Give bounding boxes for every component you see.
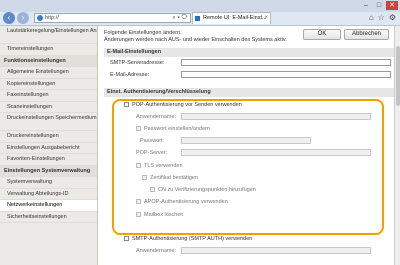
confirm-cert-checkbox[interactable] [142,175,147,180]
maximize-icon[interactable]: □ [373,1,385,10]
smtp-auth-checkbox[interactable] [124,236,129,241]
sidebar-item[interactable]: Faxeinstellungen [0,90,97,102]
sidebar-item[interactable]: Favoriten-Einstellungen [0,154,97,166]
email-settings-header: E-Mail-Einstellungen [104,48,394,57]
smtp-server-input[interactable] [181,59,391,66]
username-input[interactable] [181,113,371,120]
info-line-2: Änderungen werden nach AUS- und wieder E… [104,37,287,43]
browser-chrome: – □ ✕ ‹ › http:// ⌕ ▾ ⟳ Remote UI: E-Mai… [0,0,400,26]
tab-close-icon[interactable]: × [264,13,268,24]
set-password-label: Passwort einstellen/ändern [144,126,211,132]
password-label: Passwort: [140,138,165,144]
pop-server-label: POP-Server: [136,150,168,156]
favorites-star-icon[interactable]: ☆ [378,13,385,22]
add-cn-checkbox[interactable] [150,187,155,192]
use-apop-option[interactable]: APOP-Authentisierung verwenden [136,199,228,205]
close-icon[interactable]: ✕ [386,1,398,10]
address-bar[interactable]: http:// ⌕ ▾ ⟳ [34,13,191,23]
add-cn-option[interactable]: CN zu Verifizierungspunkten hinzufügen [150,187,256,193]
set-password-option[interactable]: Passwort einstellen/ändern [136,126,210,132]
sidebar: Lautstärkeregelung/Einstellungen Anzeige… [0,26,98,265]
pop-server-input[interactable] [181,149,371,156]
info-line-1: Folgende Einstellungen ändern. [104,30,182,36]
sidebar-section-header: Funktionseinstellungen [0,55,97,67]
window-controls: – □ ✕ [360,1,398,10]
delete-mailbox-label: Mailbox löschen [144,212,184,218]
sidebar-item[interactable]: Systemverwaltung [0,177,97,189]
ok-button[interactable]: OK [303,29,341,40]
username-label-2: Anwendername: [136,248,177,254]
set-password-checkbox[interactable] [136,126,141,131]
username-input-2[interactable] [181,247,371,254]
pop-before-send-checkbox[interactable] [124,102,129,107]
sidebar-item[interactable]: Kopiereinstellungen [0,79,97,90]
sidebar-item[interactable]: Timereinstellungen [0,44,97,56]
minimize-icon[interactable]: – [360,1,372,10]
main-content: Folgende Einstellungen ändern. Änderunge… [98,26,400,265]
sidebar-item[interactable]: Einstellungen Ausgabebericht [0,143,97,154]
smtp-auth-label: SMTP-Authentisierung (SMTP AUTH) verwend… [132,236,253,242]
sidebar-item[interactable]: Allgemeine Einstellungen [0,67,97,79]
browser-tab[interactable]: Remote UI: E-Mail-Einst... × [192,12,271,24]
delete-mailbox-checkbox[interactable] [136,212,141,217]
sidebar-item[interactable]: Scaneinstellungen [0,102,97,113]
auth-encryption-header: Einst. Authentisierung/Verschlüsselung [104,88,394,97]
use-apop-label: APOP-Authentisierung verwenden [144,199,228,205]
address-tools-icon[interactable]: ⌕ ▾ ⟳ [172,14,188,23]
sidebar-item[interactable]: Verwaltung Abteilungs-ID [0,189,97,200]
scrollbar-thumb[interactable] [396,46,400,106]
pop-before-send-label: POP-Authentisierung vor Senden verwenden [132,102,242,108]
delete-mailbox-option[interactable]: Mailbox löschen [136,212,183,218]
username-label: Anwendername: [136,114,177,120]
scrollbar[interactable] [394,26,400,265]
tab-favicon-icon [195,16,200,21]
use-tls-option[interactable]: TLS verwenden [136,163,183,169]
info-text: Folgende Einstellungen ändern. Änderunge… [104,30,304,44]
address-text: http:// [45,15,59,21]
smtp-auth-option[interactable]: SMTP-Authentisierung (SMTP AUTH) verwend… [124,236,252,242]
email-address-input[interactable] [181,71,391,78]
sidebar-item[interactable]: Lautstärkeregelung/Einstellungen Anzeige [0,26,97,44]
smtp-server-label: SMTP-Serveradresse: [110,60,165,66]
home-icon[interactable]: ⌂ [369,13,374,22]
use-tls-label: TLS verwenden [144,163,183,169]
browser-logo-icon [37,15,43,21]
cancel-button[interactable]: Abbrechen [344,29,389,40]
password-input[interactable] [181,137,311,144]
forward-arrow-icon[interactable]: › [17,12,29,24]
add-cn-label: CN zu Verifizierungspunkten hinzufügen [158,187,256,193]
sidebar-item[interactable]: Druckereinstellungen [0,131,97,143]
email-address-label: E-Mail-Adresse: [110,72,150,78]
use-tls-checkbox[interactable] [136,163,141,168]
sidebar-item[interactable]: Sicherheitseinstellungen [0,212,97,223]
pop-before-send-option[interactable]: POP-Authentisierung vor Senden verwenden [124,102,242,108]
confirm-cert-label: Zertifikat bestätigen [150,175,198,181]
sidebar-section-header: Einstellungen Systemverwaltung [0,165,97,177]
sidebar-item[interactable]: Netzwerkeinstellungen [0,200,97,212]
tab-title: Remote UI: E-Mail-Einst... [203,15,267,21]
browser-tools: ⌂ ☆ ⚙ [369,13,396,22]
confirm-cert-option[interactable]: Zertifikat bestätigen [142,175,198,181]
use-apop-checkbox[interactable] [136,199,141,204]
settings-gear-icon[interactable]: ⚙ [389,13,396,22]
sidebar-item[interactable]: Druckeinstellungen Speichermedium [0,113,97,131]
back-arrow-icon[interactable]: ‹ [3,12,15,24]
